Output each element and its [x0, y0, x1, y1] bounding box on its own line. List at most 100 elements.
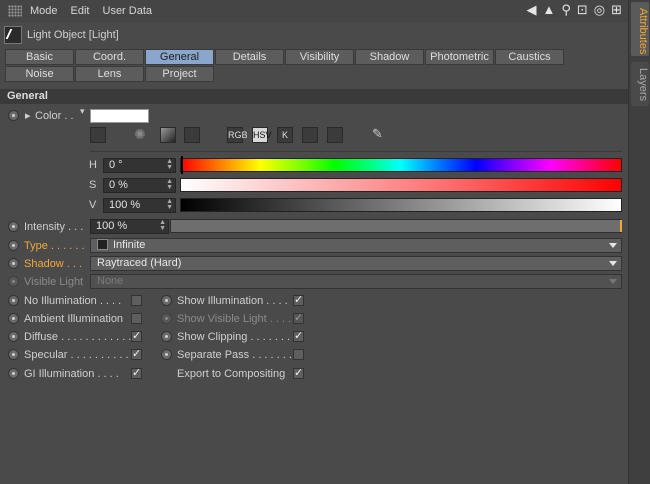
visible-light-label: Visible Light	[24, 276, 84, 288]
color-expand-icon[interactable]: ▸	[25, 109, 31, 122]
menu-user-data[interactable]: User Data	[103, 5, 153, 17]
light-object-icon	[4, 26, 22, 44]
no-illumination-animate-toggle[interactable]	[8, 295, 19, 306]
shadow-dropdown[interactable]: Raytraced (Hard)	[90, 256, 622, 271]
tab-lens[interactable]: Lens	[75, 66, 144, 82]
toolbar-icons: ◀ ▲ ⚲ ⊡ ◎ ⊞	[526, 3, 622, 17]
gi-illumination-animate-toggle[interactable]	[8, 368, 19, 379]
gradient-picker-icon[interactable]	[160, 127, 176, 143]
tab-coord[interactable]: Coord.	[75, 49, 144, 65]
tab-noise[interactable]: Noise	[5, 66, 74, 82]
attribute-tabs: Basic Coord. General Details Visibility …	[5, 49, 565, 83]
diffuse-checkbox[interactable]: ✓	[131, 331, 142, 342]
show-clipping-checkbox[interactable]: ✓	[293, 331, 304, 342]
export-to-compositing-checkbox[interactable]: ✓	[293, 368, 304, 379]
color-label: Color . .	[35, 110, 74, 122]
hue-cursor[interactable]	[181, 156, 183, 174]
chevron-down-icon	[609, 261, 617, 266]
tab-shadow[interactable]: Shadow	[355, 49, 424, 65]
show-illumination-checkbox[interactable]: ✓	[293, 295, 304, 306]
tab-details[interactable]: Details	[215, 49, 284, 65]
search-icon[interactable]: ⚲	[561, 3, 571, 17]
menu-mode[interactable]: Mode	[30, 5, 58, 17]
show-visible-light-label: Show Visible Light . . . .	[177, 313, 292, 325]
swatches-icon[interactable]	[327, 127, 343, 143]
tab-caustics[interactable]: Caustics	[495, 49, 564, 65]
new-window-icon[interactable]: ⊞	[611, 3, 622, 17]
separate-pass-checkbox[interactable]	[293, 349, 304, 360]
separate-pass-label: Separate Pass . . . . . . .	[177, 349, 292, 361]
diffuse-animate-toggle[interactable]	[8, 331, 19, 342]
object-title: Light Object [Light]	[27, 29, 119, 41]
show-visible-light-checkbox[interactable]: ✓	[293, 313, 304, 324]
specular-checkbox[interactable]: ✓	[131, 349, 142, 360]
target-icon[interactable]: ◎	[594, 3, 605, 17]
intensity-slider[interactable]	[170, 219, 622, 233]
saturation-gradient-bar[interactable]	[180, 178, 622, 192]
specular-animate-toggle[interactable]	[8, 349, 19, 360]
saturation-label: S	[89, 179, 97, 191]
color-swatch[interactable]	[90, 109, 149, 123]
chevron-down-icon	[609, 243, 617, 248]
value-label: V	[89, 199, 97, 211]
hsv-mode-button[interactable]: HSV	[252, 127, 272, 143]
shadow-label: Shadow . . .	[24, 258, 83, 270]
color-animate-toggle[interactable]	[8, 110, 19, 121]
export-to-compositing-label: Export to Compositing	[177, 368, 286, 380]
navigate-up-icon[interactable]: ▲	[542, 3, 555, 17]
gi-illumination-checkbox[interactable]: ✓	[131, 368, 142, 379]
section-title: General	[0, 89, 628, 104]
hue-label: H	[89, 159, 97, 171]
lock-icon[interactable]: ⊡	[577, 3, 588, 17]
show-clipping-animate-toggle[interactable]	[161, 331, 172, 342]
intensity-animate-toggle[interactable]	[8, 221, 19, 232]
no-illumination-checkbox[interactable]	[131, 295, 142, 306]
back-arrow-icon[interactable]: ◀	[526, 3, 536, 17]
show-visible-light-animate-toggle[interactable]	[161, 313, 172, 324]
rgb-mode-button[interactable]: RGB	[227, 127, 248, 143]
value-field[interactable]: 100 % ▲ ▼	[103, 198, 176, 213]
intensity-slider-handle[interactable]	[620, 220, 622, 232]
kelvin-mode-button[interactable]: K	[277, 127, 293, 143]
infinite-light-icon	[97, 239, 108, 250]
type-label: Type . . . . . .	[24, 240, 85, 252]
type-animate-toggle[interactable]	[8, 240, 19, 251]
type-dropdown[interactable]: Infinite	[90, 238, 622, 253]
menu-bar: Mode Edit User Data ◀ ▲ ⚲ ⊡ ◎ ⊞	[0, 0, 628, 22]
visible-light-dropdown[interactable]: None	[90, 274, 622, 289]
show-illumination-label: Show Illumination . . . .	[177, 295, 288, 307]
chevron-down-icon	[609, 279, 617, 284]
ambient-illumination-checkbox[interactable]	[131, 313, 142, 324]
separate-pass-animate-toggle[interactable]	[161, 349, 172, 360]
tab-project[interactable]: Project	[145, 66, 214, 82]
tab-layers[interactable]: Layers	[631, 62, 649, 106]
mixer-icon[interactable]	[302, 127, 318, 143]
ambient-illumination-animate-toggle[interactable]	[8, 313, 19, 324]
show-illumination-animate-toggle[interactable]	[161, 295, 172, 306]
visible-light-animate-toggle[interactable]	[8, 276, 19, 287]
spectrum-icon[interactable]: ✺	[134, 126, 146, 143]
menu-edit[interactable]: Edit	[71, 5, 90, 17]
grip-icon[interactable]	[8, 5, 22, 17]
tab-basic[interactable]: Basic	[5, 49, 74, 65]
no-illumination-label: No Illumination . . . .	[24, 295, 122, 307]
color-dropdown-icon[interactable]: ▾	[80, 106, 85, 117]
tab-visibility[interactable]: Visibility	[285, 49, 354, 65]
tab-attributes[interactable]: Attributes	[631, 2, 649, 56]
gi-illumination-label: GI Illumination . . . .	[24, 368, 119, 380]
shadow-animate-toggle[interactable]	[8, 258, 19, 269]
intensity-field[interactable]: 100 % ▲ ▼	[90, 219, 169, 234]
hue-gradient-bar[interactable]	[180, 158, 622, 172]
color-wheel-icon[interactable]	[90, 127, 106, 143]
value-gradient-bar[interactable]	[180, 198, 622, 212]
image-picker-icon[interactable]	[184, 127, 200, 143]
eyedropper-icon[interactable]: ✎	[372, 126, 383, 142]
specular-label: Specular . . . . . . . . . .	[24, 349, 129, 361]
tab-general[interactable]: General	[145, 49, 214, 65]
side-tab-strip: Attributes Layers	[628, 0, 650, 484]
hue-field[interactable]: 0 ° ▲ ▼	[103, 158, 176, 173]
ambient-illumination-label: Ambient Illumination	[24, 313, 124, 325]
intensity-label: Intensity . . .	[24, 221, 84, 233]
saturation-field[interactable]: 0 % ▲ ▼	[103, 178, 176, 193]
tab-photometric[interactable]: Photometric	[425, 49, 494, 65]
